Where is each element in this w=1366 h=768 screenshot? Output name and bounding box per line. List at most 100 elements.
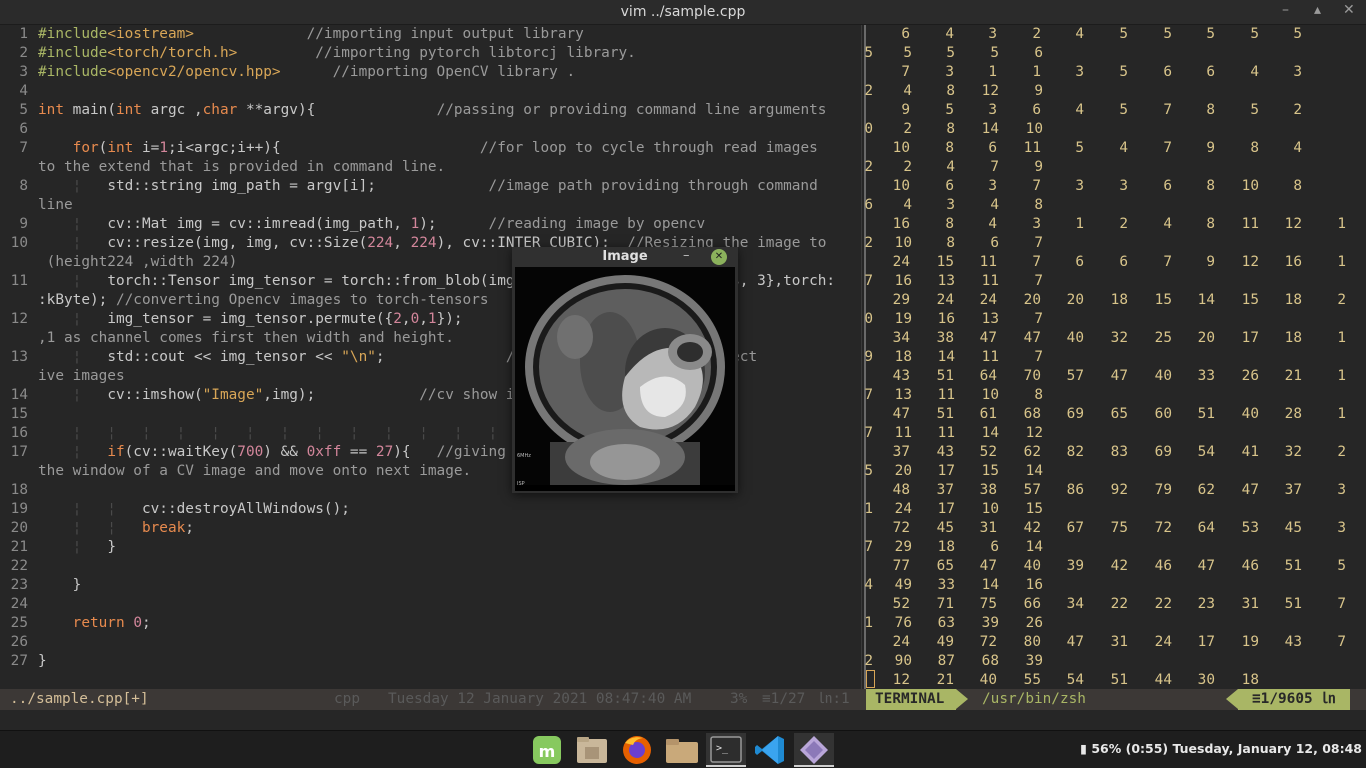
line-number: 9 bbox=[19, 216, 28, 232]
tensor-value: 18 bbox=[1284, 330, 1302, 346]
tensor-value: 8 bbox=[946, 235, 955, 251]
pane-border bbox=[864, 557, 866, 576]
line-code: return 0; bbox=[72, 615, 151, 631]
app-icon[interactable] bbox=[794, 733, 834, 767]
line-number: 18 bbox=[10, 482, 28, 498]
tensor-value: 47 bbox=[1110, 368, 1128, 384]
tensor-value: 31 bbox=[1110, 634, 1128, 650]
tensor-value: 63 bbox=[937, 615, 955, 631]
tensor-value: 4 bbox=[1119, 140, 1128, 156]
editor-line[interactable]: 2 #include<torch/torch.h> //importing pyt… bbox=[0, 44, 864, 63]
terminal-output-line: 43 51 64 70 57 47 40 33 26 21 1 bbox=[864, 367, 1366, 386]
vscode-icon[interactable] bbox=[750, 733, 790, 767]
editor-line[interactable]: 27} bbox=[0, 652, 864, 671]
editor-line[interactable]: line bbox=[0, 196, 864, 215]
editor-line[interactable]: 9 ¦ cv::Mat img = cv::imread(img_path, 1… bbox=[0, 215, 864, 234]
maximize-button[interactable]: ▴ bbox=[1314, 2, 1321, 18]
image-window-close-button[interactable]: ✕ bbox=[711, 249, 727, 265]
tensor-value: 7 bbox=[1034, 349, 1043, 365]
editor-line[interactable]: 4 bbox=[0, 82, 864, 101]
tensor-value: 61 bbox=[979, 406, 997, 422]
line-number: 24 bbox=[10, 596, 28, 612]
editor-line[interactable]: 25 return 0; bbox=[0, 614, 864, 633]
editor-line[interactable]: 1 #include<iostream> //importing input ou… bbox=[0, 25, 864, 44]
folder-icon[interactable] bbox=[662, 733, 702, 767]
tensor-value: 5 bbox=[1337, 558, 1346, 574]
terminal-output-line: 4 49 33 14 16 bbox=[864, 576, 1366, 595]
tensor-value: 3 bbox=[988, 102, 997, 118]
editor-line[interactable]: to the extend that is provided in comman… bbox=[0, 158, 864, 177]
tensor-value: 37 bbox=[936, 482, 954, 498]
editor-line[interactable]: 23 } bbox=[0, 576, 864, 595]
close-button[interactable]: ✕ bbox=[1343, 2, 1355, 18]
tensor-value: 6 bbox=[1075, 254, 1084, 270]
tensor-value: 5 bbox=[1075, 140, 1084, 156]
tensor-value: 38 bbox=[979, 482, 997, 498]
tensor-value: 2 bbox=[1293, 102, 1302, 118]
tensor-value: 13 bbox=[937, 273, 955, 289]
tensor-value: 6 bbox=[988, 140, 997, 156]
vim-command-line[interactable] bbox=[0, 710, 1366, 730]
tensor-value: 66 bbox=[1023, 596, 1041, 612]
firefox-icon[interactable] bbox=[617, 733, 657, 767]
image-window-minimize-button[interactable]: – bbox=[683, 248, 690, 263]
tensor-value: 18 bbox=[894, 349, 912, 365]
tensor-value: 1 bbox=[1337, 254, 1346, 270]
line-code: ¦ ¦ break; bbox=[38, 520, 194, 536]
pane-border bbox=[864, 253, 866, 272]
editor-line[interactable]: 21 ¦ } bbox=[0, 538, 864, 557]
tensor-value: 47 bbox=[979, 330, 997, 346]
pane-border bbox=[864, 329, 866, 348]
editor-line[interactable]: 26 bbox=[0, 633, 864, 652]
tensor-value: 3 bbox=[1075, 178, 1084, 194]
editor-line[interactable]: 19 ¦ ¦ cv::destroyAllWindows(); bbox=[0, 500, 864, 519]
tensor-value: 24 bbox=[894, 501, 912, 517]
terminal-icon[interactable]: >_ bbox=[706, 733, 746, 767]
tensor-value: 7 bbox=[1337, 596, 1346, 612]
editor-line[interactable]: 22 bbox=[0, 557, 864, 576]
editor-line[interactable]: 7 for(int i=1;i<argc;i++){ //for loop to… bbox=[0, 139, 864, 158]
tensor-value: 33 bbox=[937, 577, 955, 593]
tensor-value: 67 bbox=[1066, 520, 1084, 536]
tensor-value: 20 bbox=[1197, 330, 1215, 346]
editor-line[interactable]: 5 int main(int argc ,char **argv){ //pass… bbox=[0, 101, 864, 120]
tensor-value: 4 bbox=[903, 197, 912, 213]
line-code: #include<iostream> //importing input out… bbox=[38, 26, 584, 42]
opencv-image-window[interactable]: Image – ✕ 6MHz ISP bbox=[512, 247, 738, 493]
status-filetype: cpp bbox=[334, 691, 360, 707]
tensor-value: 6 bbox=[990, 235, 999, 251]
vim-statusline: ../sample.cpp[+] cpp Tuesday 12 January … bbox=[0, 689, 1366, 710]
tensor-value: 86 bbox=[1066, 482, 1084, 498]
tensor-value: 5 bbox=[946, 45, 955, 61]
tensor-value: 62 bbox=[1023, 444, 1041, 460]
tensor-value: 6 bbox=[1119, 254, 1128, 270]
tensor-value: 7 bbox=[1034, 235, 1043, 251]
editor-line[interactable]: 6 bbox=[0, 120, 864, 139]
tensor-value: 10 bbox=[894, 235, 912, 251]
editor-line[interactable]: 3 #include<opencv2/opencv.hpp> //importin… bbox=[0, 63, 864, 82]
tensor-value: 68 bbox=[1023, 406, 1041, 422]
line-code: to the extend that is provided in comman… bbox=[38, 159, 446, 175]
mint-menu-icon[interactable]: m bbox=[527, 733, 567, 767]
editor-line[interactable]: 20 ¦ ¦ break; bbox=[0, 519, 864, 538]
line-code: the window of a CV image and move onto n… bbox=[38, 463, 472, 479]
minimize-button[interactable]: – bbox=[1282, 2, 1289, 18]
terminal-output-line: 7 13 11 10 8 bbox=[864, 386, 1366, 405]
tensor-value: 13 bbox=[894, 387, 912, 403]
tensor-value: 2 bbox=[1337, 292, 1346, 308]
terminal-output-line: 2 10 8 6 7 bbox=[864, 234, 1366, 253]
tensor-value: 11 bbox=[1241, 216, 1259, 232]
editor-line[interactable]: 24 bbox=[0, 595, 864, 614]
tensor-value: 30 bbox=[1197, 672, 1215, 688]
tensor-value: 14 bbox=[1197, 292, 1215, 308]
tensor-value: 8 bbox=[945, 216, 954, 232]
terminal-pane[interactable]: 6 4 3 2 4 5 5 5 5 5 5 5 5 5 6 7 3 1 1 3 5 6 6 4 3 2 4 8 12 9 9 5 3 6 4 5 7 8 5… bbox=[864, 25, 1366, 689]
tensor-value: 40 bbox=[979, 672, 997, 688]
files-drive-icon[interactable] bbox=[572, 733, 612, 767]
tensor-value: 8 bbox=[945, 140, 954, 156]
editor-line[interactable]: 8 ¦ std::string img_path = argv[i]; //im… bbox=[0, 177, 864, 196]
tensor-value: 33 bbox=[1197, 368, 1215, 384]
system-tray[interactable]: ▮ 56% (0:55) Tuesday, January 12, 08:48 bbox=[1080, 741, 1362, 756]
tensor-value: 5 bbox=[990, 45, 999, 61]
tensor-value: 18 bbox=[1284, 292, 1302, 308]
